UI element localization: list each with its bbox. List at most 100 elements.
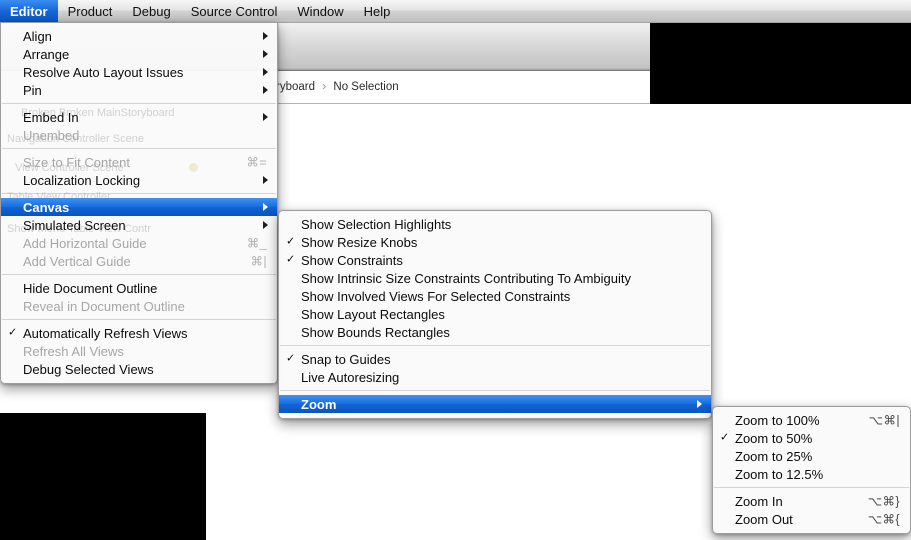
menu-item-label: Show Bounds Rectangles [301, 324, 450, 340]
menu-item-snap-to-guides[interactable]: ✓ Snap to Guides [279, 350, 711, 368]
menu-item-label: Zoom to 12.5% [735, 466, 824, 482]
zoom-submenu[interactable]: Zoom to 100% ⌥⌘| ✓ Zoom to 50% Zoom to 25% Zo… [712, 406, 911, 534]
menubar-item-debug[interactable]: Debug [122, 0, 180, 22]
menu-separator [280, 390, 710, 391]
menu-item-label: Snap to Guides [301, 351, 391, 367]
checkmark-icon: ✓ [286, 253, 296, 266]
menu-item-size-to-fit-content: Size to Fit Content ⌘= [1, 153, 277, 171]
submenu-arrow-icon [263, 68, 268, 76]
checkmark-icon: ✓ [8, 326, 18, 339]
menubar-label: Editor [10, 3, 48, 19]
menu-item-show-resize-knobs[interactable]: ✓ Show Resize Knobs [279, 233, 711, 251]
menu-item-reveal-in-document-outline: Reveal in Document Outline [1, 297, 277, 315]
menu-item-zoom-out[interactable]: Zoom Out ⌥⌘{ [713, 510, 910, 528]
menubar-item-source-control[interactable]: Source Control [181, 0, 288, 22]
menu-item-add-vertical-guide: Add Vertical Guide ⌘| [1, 252, 277, 270]
breadcrumb: ryboard › No Selection [276, 79, 399, 93]
menu-item-label: Size to Fit Content [23, 154, 130, 170]
menu-item-label: Localization Locking [23, 172, 141, 188]
checkmark-icon: ✓ [720, 431, 730, 444]
menu-item-unembed: Unembed [1, 126, 277, 144]
menu-item-label: Zoom In [735, 493, 783, 509]
editor-menu[interactable]: Broken Broken MainStoryboard Navigation C… [0, 22, 278, 384]
menu-item-shortcut: ⌘| [250, 254, 267, 269]
menu-item-zoom-in[interactable]: Zoom In ⌥⌘} [713, 492, 910, 510]
menu-item-add-horizontal-guide: Add Horizontal Guide ⌘_ [1, 234, 277, 252]
menu-item-shortcut: ⌥⌘| [868, 413, 900, 428]
menubar-label: Window [297, 3, 344, 19]
menu-item-label: Reveal in Document Outline [23, 298, 185, 314]
menu-item-label: Embed In [23, 109, 79, 125]
menu-item-shortcut: ⌥⌘{ [867, 512, 900, 527]
menu-item-automatically-refresh-views[interactable]: ✓ Automatically Refresh Views [1, 324, 277, 342]
menu-item-label: Live Autoresizing [301, 369, 400, 385]
menu-item-align[interactable]: Align [1, 27, 277, 45]
menu-item-label: Show Resize Knobs [301, 234, 418, 250]
menu-item-zoom-to-100[interactable]: Zoom to 100% ⌥⌘| [713, 411, 910, 429]
menu-separator [714, 487, 909, 488]
canvas-submenu-body: Show Selection Highlights ✓ Show Resize Kn… [279, 215, 711, 413]
menubar-item-window[interactable]: Window [287, 0, 353, 22]
menu-item-label: Hide Document Outline [23, 280, 158, 296]
menu-item-label: Pin [23, 82, 42, 98]
submenu-arrow-icon [263, 32, 268, 40]
menu-item-shortcut: ⌘= [246, 155, 267, 170]
editor-menu-body: Align Arrange Resolve Auto Layout Issues Pi… [1, 27, 277, 378]
menu-item-label: Zoom to 100% [735, 412, 820, 428]
menu-separator [280, 345, 710, 346]
menu-item-show-involved-views-for-selected-constraints[interactable]: Show Involved Views For Selected Constra… [279, 287, 711, 305]
menu-item-shortcut: ⌘_ [246, 236, 267, 251]
menu-item-resolve-auto-layout-issues[interactable]: Resolve Auto Layout Issues [1, 63, 277, 81]
canvas-submenu[interactable]: Show Selection Highlights ✓ Show Resize Kn… [278, 210, 712, 419]
menubar-label: Product [67, 3, 113, 19]
menu-item-label: Zoom to 25% [735, 448, 813, 464]
menu-item-label: Zoom to 50% [735, 430, 813, 446]
menu-item-show-selection-highlights[interactable]: Show Selection Highlights [279, 215, 711, 233]
menu-item-label: Arrange [23, 46, 70, 62]
menu-item-show-constraints[interactable]: ✓ Show Constraints [279, 251, 711, 269]
menu-item-canvas[interactable]: Canvas [1, 198, 277, 216]
menu-item-pin[interactable]: Pin [1, 81, 277, 99]
menu-item-show-layout-rectangles[interactable]: Show Layout Rectangles [279, 305, 711, 323]
menu-item-show-intrinsic-size-constraints-contributing-to-ambiguity[interactable]: Show Intrinsic Size Constraints Contribu… [279, 269, 711, 287]
menubar-item-help[interactable]: Help [354, 0, 401, 22]
submenu-arrow-icon [263, 176, 268, 184]
menu-item-label: Align [23, 28, 52, 44]
menu-item-zoom[interactable]: Zoom [279, 395, 711, 413]
menu-item-refresh-all-views: Refresh All Views [1, 342, 277, 360]
submenu-arrow-icon [263, 50, 268, 58]
menu-item-label: Zoom [301, 396, 337, 412]
submenu-arrow-icon [263, 203, 268, 211]
menubar-item-editor[interactable]: Editor [0, 0, 58, 22]
checkmark-icon: ✓ [286, 352, 296, 365]
menu-item-live-autoresizing[interactable]: Live Autoresizing [279, 368, 711, 386]
menu-item-simulated-screen[interactable]: Simulated Screen [1, 216, 277, 234]
menu-item-show-bounds-rectangles[interactable]: Show Bounds Rectangles [279, 323, 711, 341]
menu-item-arrange[interactable]: Arrange [1, 45, 277, 63]
menu-item-label: Add Vertical Guide [23, 253, 131, 269]
menu-item-label: Show Constraints [301, 252, 403, 268]
menu-bar: Editor Product Debug Source Control Wind… [0, 0, 911, 23]
submenu-arrow-icon [697, 400, 702, 408]
menu-item-embed-in[interactable]: Embed In [1, 108, 277, 126]
menu-item-label: Resolve Auto Layout Issues [23, 64, 184, 80]
breadcrumb-selection[interactable]: No Selection [333, 81, 398, 93]
black-region-bottom [0, 413, 206, 540]
menu-item-label: Show Involved Views For Selected Constra… [301, 288, 571, 304]
menu-item-zoom-to-50[interactable]: ✓ Zoom to 50% [713, 429, 910, 447]
menu-item-label: Show Selection Highlights [301, 216, 452, 232]
submenu-arrow-icon [263, 86, 268, 94]
menu-item-label: Canvas [23, 199, 70, 215]
menubar-label: Source Control [190, 3, 278, 19]
menu-item-debug-selected-views[interactable]: Debug Selected Views [1, 360, 277, 378]
menu-item-localization-locking[interactable]: Localization Locking [1, 171, 277, 189]
menu-item-label: Unembed [23, 127, 80, 143]
menu-item-zoom-to-25[interactable]: Zoom to 25% [713, 447, 910, 465]
breadcrumb-path[interactable]: ryboard [276, 81, 315, 93]
checkmark-icon: ✓ [286, 235, 296, 248]
zoom-submenu-body: Zoom to 100% ⌥⌘| ✓ Zoom to 50% Zoom to 25% Zo… [713, 411, 910, 528]
menu-item-hide-document-outline[interactable]: Hide Document Outline [1, 279, 277, 297]
menubar-item-product[interactable]: Product [58, 0, 123, 22]
menu-item-zoom-to-12-5[interactable]: Zoom to 12.5% [713, 465, 910, 483]
menu-item-label: Zoom Out [735, 511, 793, 527]
